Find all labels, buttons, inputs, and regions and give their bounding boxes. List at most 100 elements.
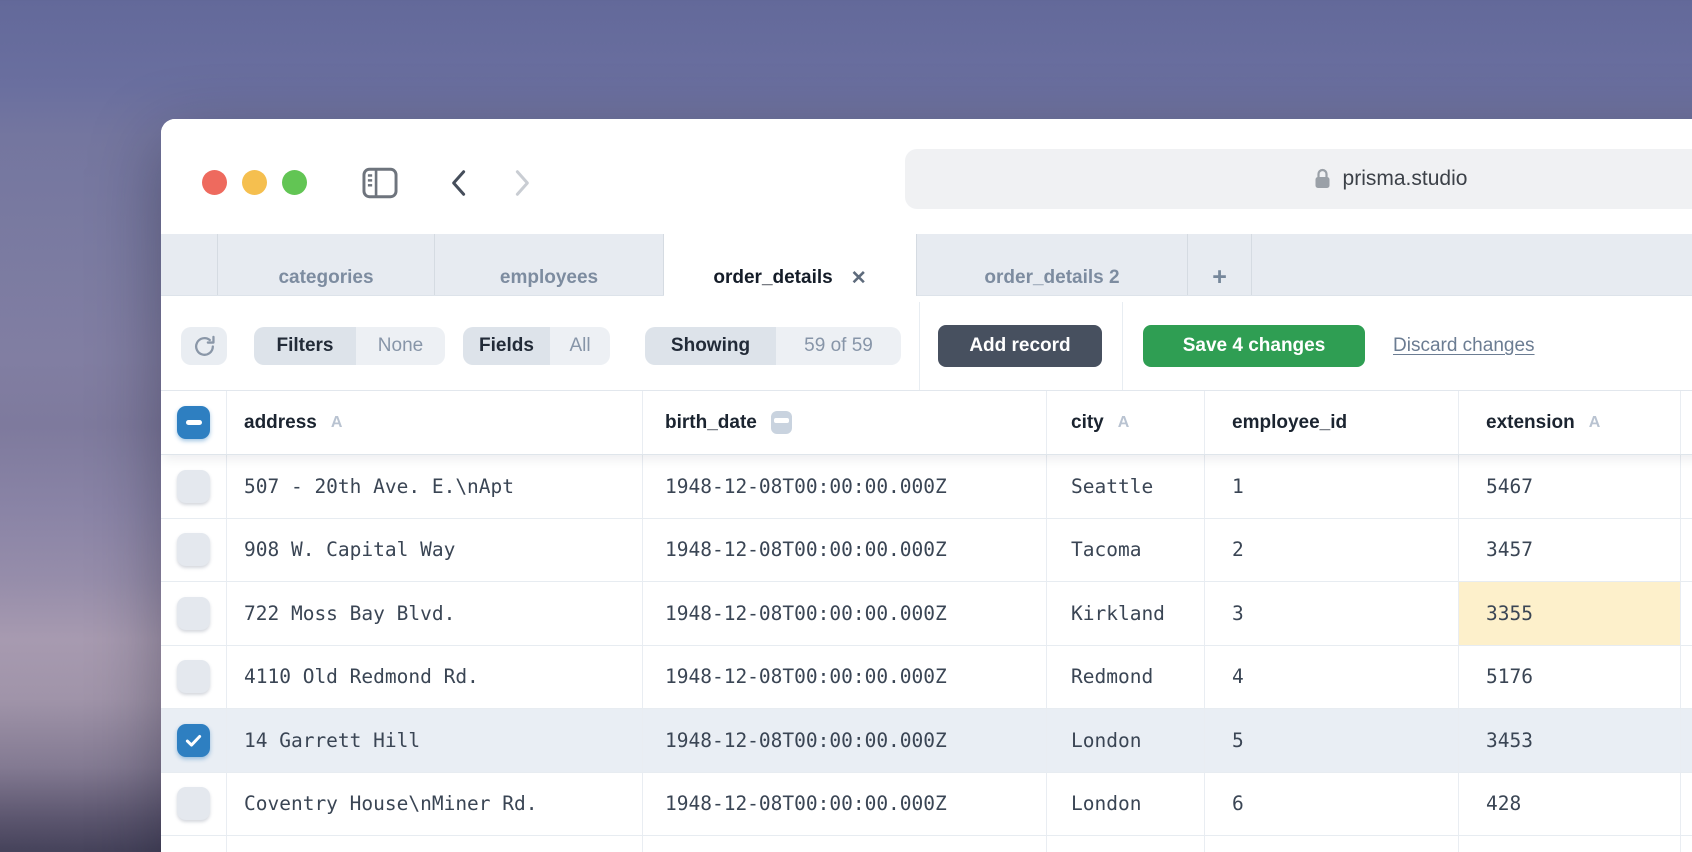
cell-city[interactable]: London	[1047, 709, 1205, 772]
column-header-city[interactable]: cityA	[1047, 391, 1205, 454]
cell-extension[interactable]: 3453	[1459, 709, 1681, 772]
cell-employee_id[interactable]: 2	[1205, 519, 1459, 582]
showing-label: Showing	[645, 327, 776, 365]
cell-extension[interactable]: 3355	[1459, 582, 1681, 645]
cell-address[interactable]: 4110 Old Redmond Rd.	[227, 646, 643, 709]
forward-icon[interactable]	[508, 167, 538, 199]
filters-control[interactable]: Filters None	[254, 327, 445, 365]
select-all-checkbox[interactable]	[177, 406, 210, 439]
cell-city[interactable]: Kirkland	[1047, 582, 1205, 645]
row-checkbox[interactable]	[177, 533, 210, 566]
add-record-button[interactable]: Add record	[938, 325, 1102, 367]
row-checkbox-cell	[161, 455, 227, 518]
close-window-button[interactable]	[202, 170, 227, 195]
traffic-lights	[202, 170, 307, 195]
tab-employees[interactable]: employees	[435, 234, 664, 295]
plus-icon: +	[1212, 263, 1227, 292]
tab-order_details[interactable]: order_details ✕	[664, 234, 917, 296]
table-row[interactable]: 14 Garrett Hill1948-12-08T00:00:00.000ZL…	[161, 709, 1692, 773]
table-tab-bar: categoriesemployeesorder_details✕order_d…	[161, 234, 1692, 296]
cell-city[interactable]: Redmond	[1047, 646, 1205, 709]
cell-birth_date[interactable]: 1948-12-08T00:00:00.000Z	[643, 455, 1047, 518]
url-text: prisma.studio	[1343, 167, 1468, 191]
back-icon[interactable]	[443, 167, 473, 199]
cell-employee_id[interactable]: 5	[1205, 709, 1459, 772]
row-checkbox[interactable]	[177, 470, 210, 503]
cell-empty	[161, 836, 227, 852]
discard-changes-link[interactable]: Discard changes	[1393, 335, 1535, 357]
cell-birth_date[interactable]: 1948-12-08T00:00:00.000Z	[643, 582, 1047, 645]
column-label: address	[244, 412, 317, 434]
refresh-button[interactable]	[181, 327, 227, 365]
tab-label: categories	[278, 267, 373, 289]
cell-address[interactable]: Coventry House\nMiner Rd.	[227, 773, 643, 836]
tab-label: order_details	[713, 267, 832, 289]
cell-city[interactable]: London	[1047, 773, 1205, 836]
toolbar-divider	[1122, 302, 1123, 390]
table-row[interactable]: Coventry House\nMiner Rd.1948-12-08T00:0…	[161, 773, 1692, 837]
select-all-header-cell	[161, 391, 227, 454]
cell-partial	[1681, 709, 1692, 772]
tab-categories[interactable]: categories	[218, 234, 435, 295]
cell-empty	[227, 836, 643, 852]
showing-control[interactable]: Showing 59 of 59	[645, 327, 901, 365]
column-header-employee_id[interactable]: employee_id	[1205, 391, 1459, 454]
cell-address[interactable]: 722 Moss Bay Blvd.	[227, 582, 643, 645]
row-checkbox-checked[interactable]	[177, 724, 210, 757]
text-type-icon: A	[1589, 414, 1601, 432]
table-row[interactable]: 908 W. Capital Way1948-12-08T00:00:00.00…	[161, 519, 1692, 583]
fields-control[interactable]: Fields All	[463, 327, 610, 365]
fields-label: Fields	[463, 327, 550, 365]
column-header-address[interactable]: addressA	[227, 391, 643, 454]
tab-label: order_details 2	[984, 267, 1119, 289]
tab-bar-spacer	[161, 234, 218, 295]
column-header-birth_date[interactable]: birth_date	[643, 391, 1047, 454]
row-checkbox[interactable]	[177, 597, 210, 630]
cell-address[interactable]: 908 W. Capital Way	[227, 519, 643, 582]
table-row[interactable]: 507 - 20th Ave. E.\nApt1948-12-08T00:00:…	[161, 455, 1692, 519]
cell-extension[interactable]: 5176	[1459, 646, 1681, 709]
table-row-partial	[161, 836, 1692, 852]
minimize-window-button[interactable]	[242, 170, 267, 195]
cell-employee_id[interactable]: 3	[1205, 582, 1459, 645]
close-tab-icon[interactable]: ✕	[851, 267, 867, 290]
sidebar-toggle-icon[interactable]	[359, 163, 401, 203]
row-checkbox-cell	[161, 646, 227, 709]
new-tab-button[interactable]: +	[1188, 234, 1252, 295]
cell-employee_id[interactable]: 6	[1205, 773, 1459, 836]
lock-icon	[1313, 167, 1332, 191]
cell-city[interactable]: Seattle	[1047, 455, 1205, 518]
tab-bar-empty-area	[1252, 234, 1692, 295]
row-checkbox[interactable]	[177, 660, 210, 693]
zoom-window-button[interactable]	[282, 170, 307, 195]
table-header-row: addressAbirth_datecityAemployee_idextens…	[161, 390, 1692, 455]
cell-birth_date[interactable]: 1948-12-08T00:00:00.000Z	[643, 646, 1047, 709]
row-checkbox-cell	[161, 773, 227, 836]
cell-address[interactable]: 14 Garrett Hill	[227, 709, 643, 772]
cell-partial	[1681, 773, 1692, 836]
cell-extension[interactable]: 428	[1459, 773, 1681, 836]
save-changes-button[interactable]: Save 4 changes	[1143, 325, 1365, 367]
indeterminate-minus-icon	[186, 420, 202, 425]
address-bar[interactable]: prisma.studio	[905, 149, 1692, 209]
tab-label: employees	[500, 267, 598, 289]
row-checkbox-cell	[161, 519, 227, 582]
row-checkbox[interactable]	[177, 787, 210, 820]
column-label: birth_date	[665, 412, 757, 434]
data-table: addressAbirth_datecityAemployee_idextens…	[161, 390, 1692, 852]
table-row[interactable]: 4110 Old Redmond Rd.1948-12-08T00:00:00.…	[161, 646, 1692, 710]
tab-order_details-2[interactable]: order_details 2	[917, 234, 1188, 295]
cell-employee_id[interactable]: 1	[1205, 455, 1459, 518]
cell-extension[interactable]: 5467	[1459, 455, 1681, 518]
calendar-icon	[771, 411, 792, 434]
cell-birth_date[interactable]: 1948-12-08T00:00:00.000Z	[643, 519, 1047, 582]
cell-address[interactable]: 507 - 20th Ave. E.\nApt	[227, 455, 643, 518]
cell-birth_date[interactable]: 1948-12-08T00:00:00.000Z	[643, 709, 1047, 772]
table-row[interactable]: 722 Moss Bay Blvd.1948-12-08T00:00:00.00…	[161, 582, 1692, 646]
cell-employee_id[interactable]: 4	[1205, 646, 1459, 709]
cell-birth_date[interactable]: 1948-12-08T00:00:00.000Z	[643, 773, 1047, 836]
cell-city[interactable]: Tacoma	[1047, 519, 1205, 582]
cell-extension[interactable]: 3457	[1459, 519, 1681, 582]
refresh-icon	[192, 334, 217, 359]
column-header-extension[interactable]: extensionA	[1459, 391, 1681, 454]
